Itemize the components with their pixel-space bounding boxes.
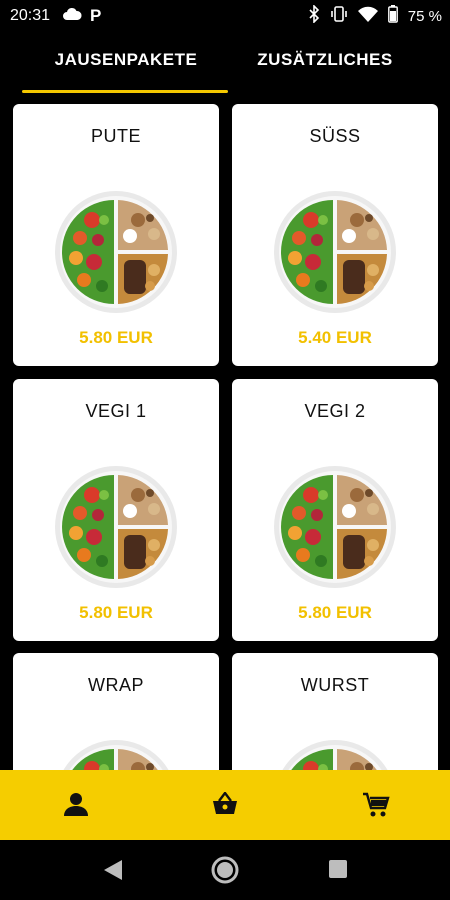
recents-icon[interactable] — [328, 859, 348, 884]
food-plate-image — [55, 191, 177, 313]
product-name: VEGI 2 — [304, 401, 366, 421]
user-icon[interactable] — [63, 792, 89, 821]
food-plate-image — [55, 740, 177, 770]
product-card-suess[interactable]: SÜSS 5.40 EUR — [232, 104, 438, 366]
tab-jausenpakete[interactable]: JAUSENPAKETE — [24, 50, 228, 70]
product-name: WURST — [300, 675, 370, 695]
product-price: 5.40 EUR — [298, 328, 372, 347]
active-tab-indicator — [22, 90, 228, 93]
product-card-wurst[interactable]: WURST — [232, 653, 438, 770]
product-card-pute[interactable]: PUTE 5.80 EUR — [13, 104, 219, 366]
product-card-wrap[interactable]: WRAP — [13, 653, 219, 770]
back-icon[interactable] — [102, 858, 124, 887]
tab-bar: JAUSENPAKETE ZUSÄTZLICHES — [0, 32, 450, 96]
vibrate-icon — [330, 5, 348, 27]
status-bar: 20:31 P 75 % — [0, 0, 450, 32]
product-card-vegi-2[interactable]: VEGI 2 5.80 EUR — [232, 379, 438, 641]
product-price: 5.80 EUR — [298, 603, 372, 622]
tab-zusaetzliches[interactable]: ZUSÄTZLICHES — [240, 50, 410, 70]
product-name: WRAP — [88, 675, 144, 695]
bottom-navigation — [0, 770, 450, 840]
battery-icon — [387, 5, 398, 27]
parking-p-icon: P — [90, 6, 102, 25]
product-name: VEGI 1 — [85, 401, 147, 421]
cloud-icon — [62, 7, 82, 26]
home-icon[interactable] — [211, 856, 239, 889]
product-price: 5.80 EUR — [79, 603, 153, 622]
food-plate-image — [274, 466, 396, 588]
wifi-icon — [357, 6, 378, 26]
food-plate-image — [274, 740, 396, 770]
food-plate-image — [55, 466, 177, 588]
product-card-vegi-1[interactable]: VEGI 1 5.80 EUR — [13, 379, 219, 641]
food-plate-image — [274, 191, 396, 313]
battery-percent: 75 % — [407, 7, 442, 25]
product-grid: PUTE 5.80 EUR SÜSS 5.40 EUR VEGI 1 5.80 … — [0, 104, 450, 770]
product-name: PUTE — [90, 126, 141, 146]
product-price: 5.80 EUR — [79, 328, 153, 347]
product-name: SÜSS — [309, 126, 361, 146]
cart-icon[interactable] — [362, 792, 390, 823]
status-time: 20:31 — [10, 7, 51, 24]
system-navigation-bar — [0, 840, 450, 900]
basket-icon[interactable] — [211, 791, 239, 821]
bluetooth-icon — [308, 4, 320, 27]
